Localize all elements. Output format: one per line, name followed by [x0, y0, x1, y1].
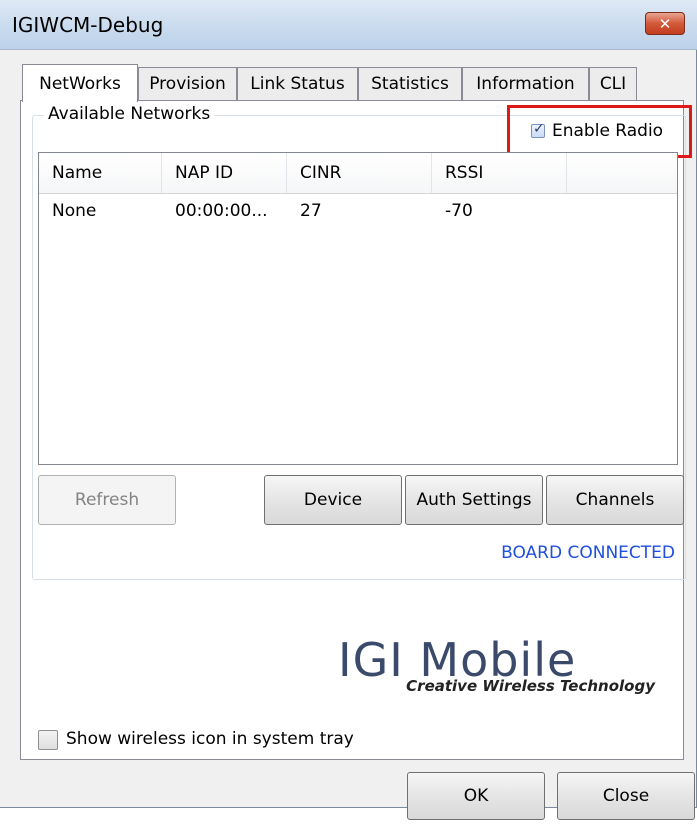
column-header-name[interactable]: Name [39, 153, 162, 193]
title-bar[interactable]: IGIWCM-Debug ✕ [0, 0, 697, 50]
device-button[interactable]: Device [264, 475, 402, 525]
tab-label: NetWorks [39, 73, 121, 94]
cell-name: None [52, 201, 97, 221]
tab-link-status[interactable]: Link Status [237, 67, 358, 100]
window-title: IGIWCM-Debug [12, 13, 164, 37]
checkmark-icon: ✓ [533, 121, 545, 137]
enable-radio-label[interactable]: Enable Radio [552, 121, 663, 141]
button-label: Close [602, 786, 650, 806]
group-label-available-networks: Available Networks [44, 104, 215, 124]
tab-label: Information [476, 74, 575, 94]
button-label: Channels [575, 490, 655, 510]
tab-information[interactable]: Information [462, 67, 589, 100]
tab-provision[interactable]: Provision [138, 67, 237, 100]
column-header-cinr[interactable]: CINR [287, 153, 432, 193]
tab-label: Link Status [250, 74, 345, 94]
connection-status: BOARD CONNECTED [501, 543, 675, 563]
igi-mobile-logo: IGI Mobile Creative Wireless Technology [338, 633, 658, 703]
ok-button[interactable]: OK [407, 772, 545, 820]
networks-list-header: Name NAP ID CINR RSSI [39, 153, 677, 194]
button-label: Device [303, 490, 363, 510]
button-label: OK [463, 786, 489, 806]
column-header-nap-id[interactable]: NAP ID [162, 153, 287, 193]
close-button[interactable]: Close [557, 772, 695, 820]
networks-list[interactable]: Name NAP ID CINR RSSI None 00:00:00... 2… [38, 152, 678, 465]
refresh-button[interactable]: Refresh [38, 475, 176, 525]
tab-cli[interactable]: CLI [589, 67, 637, 100]
cell-nap-id: 00:00:00... [175, 201, 268, 221]
column-header-rssi[interactable]: RSSI [432, 153, 567, 193]
tab-statistics[interactable]: Statistics [358, 67, 462, 100]
enable-radio-checkbox[interactable]: ✓ [531, 121, 545, 138]
auth-settings-button[interactable]: Auth Settings [405, 475, 543, 525]
tab-label: Provision [149, 74, 226, 94]
button-label: Refresh [74, 490, 140, 510]
tray-icon-checkbox[interactable] [38, 730, 58, 750]
cell-cinr: 27 [300, 201, 322, 221]
cell-rssi: -70 [445, 201, 473, 221]
tray-icon-label[interactable]: Show wireless icon in system tray [66, 729, 354, 749]
logo-tagline: Creative Wireless Technology [406, 677, 655, 695]
close-icon: ✕ [658, 14, 672, 33]
tab-label: Statistics [371, 74, 449, 94]
channels-button[interactable]: Channels [546, 475, 684, 525]
tab-label: CLI [599, 74, 627, 94]
close-window-button[interactable]: ✕ [645, 12, 685, 35]
tab-networks[interactable]: NetWorks [22, 64, 138, 102]
button-label: Auth Settings [416, 490, 532, 510]
app-window: IGIWCM-Debug ✕ NetWorks Provision Link S… [0, 0, 697, 820]
